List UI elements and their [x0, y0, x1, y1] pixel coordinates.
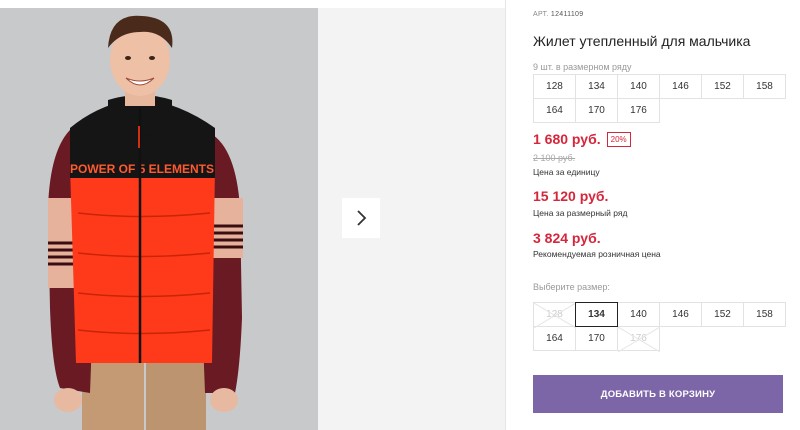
price-row: 1 680 руб. 20% — [533, 131, 631, 147]
size-select-label: Выберите размер: — [533, 282, 610, 292]
size-run-cell: 146 — [659, 74, 702, 99]
size-option: 176 — [617, 326, 660, 352]
size-option[interactable]: 170 — [575, 326, 618, 351]
size-option-selected[interactable]: 134 — [575, 302, 618, 327]
size-option[interactable]: 152 — [701, 302, 744, 327]
size-run-cell: 128 — [533, 74, 576, 99]
gallery-next-button[interactable] — [342, 198, 380, 238]
size-run-cell: 164 — [533, 98, 576, 123]
vest-print-text: POWER OF 5 ELEMENTS — [70, 162, 214, 176]
product-title: Жилет утепленный для мальчика — [533, 33, 751, 49]
size-option[interactable]: 146 — [659, 302, 702, 327]
size-run-note: 9 шт. в размерном ряду — [533, 62, 632, 72]
unavailable-cross-icon — [618, 327, 660, 352]
boy-in-vest-illustration: POWER OF 5 ELEMENTS — [0, 8, 318, 430]
product-photo[interactable]: POWER OF 5 ELEMENTS — [0, 8, 318, 430]
size-run-cell: 170 — [575, 98, 618, 123]
size-run-grid: 128 134 140 146 152 158 164 170 176 — [533, 74, 786, 123]
panel-divider — [505, 0, 506, 430]
unit-price: 1 680 руб. — [533, 131, 601, 147]
product-gallery: POWER OF 5 ELEMENTS — [0, 0, 505, 430]
size-run-cell: 134 — [575, 74, 618, 99]
unavailable-cross-icon — [534, 303, 576, 328]
product-sku: АРТ. 12411109 — [533, 11, 584, 18]
size-option[interactable]: 158 — [743, 302, 786, 327]
size-run-price: 15 120 руб. — [533, 188, 609, 204]
unit-price-label: Цена за единицу — [533, 167, 600, 177]
discount-badge: 20% — [606, 131, 631, 147]
size-run-price-label: Цена за размерный ряд — [533, 208, 628, 218]
old-price: 2 100 руб. — [533, 153, 576, 163]
size-run-cell: 158 — [743, 74, 786, 99]
size-option[interactable]: 140 — [617, 302, 660, 327]
size-option[interactable]: 164 — [533, 326, 576, 351]
chevron-right-icon — [357, 210, 367, 226]
size-option: 128 — [533, 302, 576, 328]
size-selector: 128 134 140 146 152 158 164 170 176 — [533, 302, 786, 352]
size-run-cell: 140 — [617, 74, 660, 99]
retail-price: 3 824 руб. — [533, 230, 601, 246]
retail-price-label: Рекомендуемая розничная цена — [533, 249, 661, 259]
size-run-cell: 152 — [701, 74, 744, 99]
add-to-cart-button[interactable]: ДОБАВИТЬ В КОРЗИНУ — [533, 375, 783, 413]
size-run-cell: 176 — [617, 98, 660, 123]
